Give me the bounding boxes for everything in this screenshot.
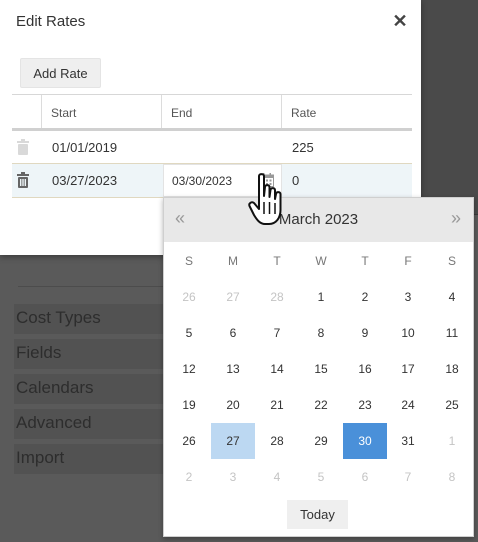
calendar-day[interactable]: 18 [430,351,474,387]
calendar-day[interactable]: 3 [211,459,255,495]
weekday-label: S [184,254,193,268]
month-title[interactable]: March 2023 [164,211,473,228]
calendar-day[interactable]: 4 [255,459,299,495]
calendar-day[interactable]: 21 [255,387,299,423]
bg-field [18,258,168,287]
weekday-label: M [228,254,238,268]
cell-rate[interactable]: 225 [292,131,314,164]
calendar-day[interactable]: 7 [386,459,430,495]
calendar-day[interactable]: 17 [386,351,430,387]
calendar-day[interactable]: 29 [299,423,343,459]
cell-start[interactable]: 01/01/2019 [52,131,117,164]
datepicker-header: « March 2023 » [164,198,473,242]
calendar-day[interactable]: 8 [430,459,474,495]
calendar-day[interactable]: 26 [167,423,211,459]
end-date-value: 03/30/2023 [172,174,233,188]
column-header-start[interactable]: Start [41,95,161,128]
bg-nav-advanced: Advanced [16,413,92,432]
bg-nav-fields: Fields [16,343,62,362]
calendar-day[interactable]: 28 [255,279,299,315]
calendar-day[interactable]: 5 [299,459,343,495]
grid-header: Start End Rate [12,94,412,131]
column-header-end[interactable]: End [161,95,281,128]
calendar-day[interactable]: 31 [386,423,430,459]
calendar-day[interactable]: 14 [255,351,299,387]
calendar-day[interactable]: 13 [211,351,255,387]
table-row[interactable]: 03/27/2023 03/30/2023 0 [12,163,412,198]
calendar-day[interactable]: 8 [299,315,343,351]
calendar-day[interactable]: 11 [430,315,474,351]
column-header-rate[interactable]: Rate [281,95,412,128]
calendar-day[interactable]: 5 [167,315,211,351]
weekday-label: F [404,254,412,268]
add-rate-button[interactable]: Add Rate [20,58,101,88]
calendar-day[interactable]: 30 [343,423,387,459]
close-icon[interactable]: ✕ [390,10,410,32]
cell-start[interactable]: 03/27/2023 [52,164,117,197]
bg-nav-cost-types: Cost Types [16,308,101,327]
calendar-day[interactable]: 20 [211,387,255,423]
cell-rate[interactable]: 0 [292,164,299,197]
calendar-day[interactable]: 1 [299,279,343,315]
today-button[interactable]: Today [287,500,348,529]
calendar-day[interactable]: 12 [167,351,211,387]
trash-icon [17,139,29,155]
calendar-day[interactable]: 6 [211,315,255,351]
calendar-day[interactable]: 22 [299,387,343,423]
calendar-day[interactable]: 15 [299,351,343,387]
weekday-label: W [315,254,327,268]
calendar-day[interactable]: 26 [167,279,211,315]
calendar-day[interactable]: 4 [430,279,474,315]
calendar-day[interactable]: 25 [430,387,474,423]
next-month-icon[interactable]: » [444,208,468,229]
trash-icon[interactable] [16,172,30,188]
hand-cursor-icon [248,173,282,225]
weekday-label: T [273,254,281,268]
weekday-label: T [361,254,369,268]
calendar-day[interactable]: 3 [386,279,430,315]
bg-nav-import: Import [16,448,65,467]
calendar-day[interactable]: 19 [167,387,211,423]
dialog-title: Edit Rates [16,13,86,30]
calendar-day[interactable]: 23 [343,387,387,423]
calendar-day[interactable]: 6 [343,459,387,495]
table-row[interactable]: 01/01/2019 225 [12,131,412,164]
calendar-day[interactable]: 7 [255,315,299,351]
calendar-day[interactable]: 27 [211,279,255,315]
datepicker-popup: « March 2023 » SMTWTFS 26 27 28 1 2 3 4 5 6 7 8 9 10… [163,197,474,537]
calendar-day[interactable]: 28 [255,423,299,459]
calendar-day[interactable]: 1 [430,423,474,459]
weekday-label: S [447,254,456,268]
bg-nav-calendars: Calendars [16,378,94,397]
calendar-day[interactable]: 16 [343,351,387,387]
calendar-day[interactable]: 2 [343,279,387,315]
calendar-day[interactable]: 27 [211,423,255,459]
calendar-day[interactable]: 2 [167,459,211,495]
calendar-day[interactable]: 9 [343,315,387,351]
calendar-day[interactable]: 24 [386,387,430,423]
calendar-day[interactable]: 10 [386,315,430,351]
